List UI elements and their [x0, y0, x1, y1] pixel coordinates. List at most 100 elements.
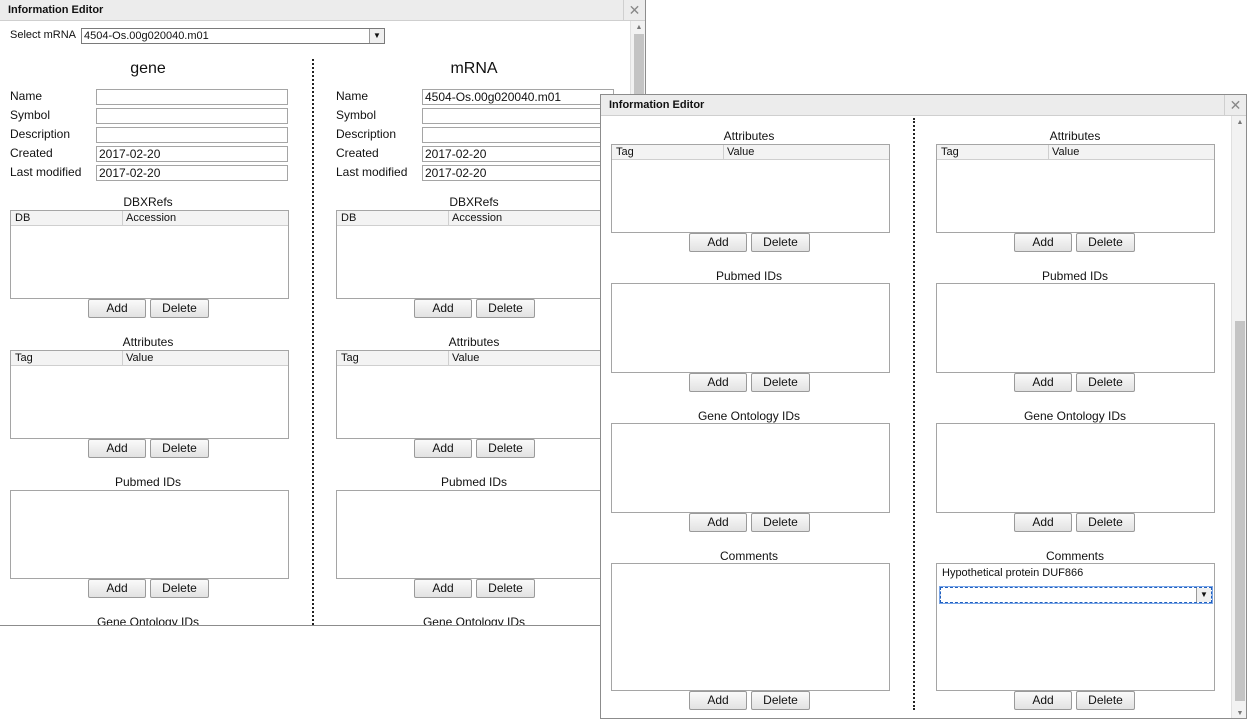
value-column-header[interactable]: Value — [126, 352, 153, 364]
left-go-add-button[interactable]: Add — [689, 513, 747, 532]
right-attributes-delete-button[interactable]: Delete — [1076, 233, 1135, 252]
info-editor-back-window: Information Editor ✕ Select mRNA 4504-Os… — [0, 0, 646, 626]
gene-dbxrefs-title: DBXRefs — [123, 195, 173, 209]
gene-dbxrefs-add-button[interactable]: Add — [88, 299, 146, 318]
mrna-created-label: Created — [336, 146, 379, 160]
scrollbar-thumb[interactable] — [1235, 321, 1245, 701]
gene-name-field[interactable] — [96, 89, 288, 105]
gene-pubmed-add-button[interactable]: Add — [88, 579, 146, 598]
mrna-created-field[interactable]: 2017-02-20 — [422, 146, 614, 162]
column-divider — [312, 59, 314, 625]
accession-column-header[interactable]: Accession — [126, 212, 176, 224]
left-pubmed-list[interactable] — [611, 283, 890, 373]
gene-attributes-add-button[interactable]: Add — [88, 439, 146, 458]
close-icon[interactable]: ✕ — [1224, 95, 1246, 115]
grid-header: Tag Value — [11, 351, 288, 366]
right-pubmed-delete-button[interactable]: Delete — [1076, 373, 1135, 392]
tag-column-header[interactable]: Tag — [616, 146, 634, 158]
mrna-attributes-delete-button[interactable]: Delete — [476, 439, 535, 458]
gene-attributes-title: Attributes — [122, 335, 174, 349]
mrna-pubmed-add-button[interactable]: Add — [414, 579, 472, 598]
left-comments-add-button[interactable]: Add — [689, 691, 747, 710]
gene-modified-label: Last modified — [10, 165, 82, 179]
gene-pubmed-delete-button[interactable]: Delete — [150, 579, 209, 598]
right-comments-list[interactable]: Hypothetical protein DUF866 ▼ — [936, 563, 1215, 691]
mrna-pubmed-list[interactable] — [336, 490, 615, 579]
right-comments-delete-button[interactable]: Delete — [1076, 691, 1135, 710]
title-bar[interactable]: Information Editor ✕ — [601, 95, 1246, 116]
mrna-go-title: Gene Ontology IDs — [422, 615, 526, 626]
left-pubmed-delete-button[interactable]: Delete — [751, 373, 810, 392]
grid-header: Tag Value — [337, 351, 614, 366]
gene-pubmed-list[interactable] — [10, 490, 289, 579]
close-icon[interactable]: ✕ — [623, 0, 645, 20]
left-attributes-delete-button[interactable]: Delete — [751, 233, 810, 252]
value-column-header[interactable]: Value — [1052, 146, 1079, 158]
left-comments-title: Comments — [719, 549, 778, 563]
gene-attributes-delete-button[interactable]: Delete — [150, 439, 209, 458]
gene-attributes-grid[interactable]: Tag Value — [10, 350, 289, 439]
left-pubmed-add-button[interactable]: Add — [689, 373, 747, 392]
left-comments-delete-button[interactable]: Delete — [751, 691, 810, 710]
mrna-attributes-add-button[interactable]: Add — [414, 439, 472, 458]
chevron-down-icon[interactable]: ▼ — [369, 29, 384, 43]
gene-symbol-label: Symbol — [10, 108, 51, 122]
comment-select[interactable]: ▼ — [939, 586, 1213, 604]
mrna-description-field[interactable] — [422, 127, 614, 143]
mrna-symbol-field[interactable] — [422, 108, 614, 124]
scroll-up-icon[interactable]: ▲ — [631, 24, 645, 31]
gene-description-field[interactable] — [96, 127, 288, 143]
gene-go-title: Gene Ontology IDs — [96, 615, 200, 626]
left-comments-list[interactable] — [611, 563, 890, 691]
tag-column-header[interactable]: Tag — [341, 352, 359, 364]
right-pubmed-list[interactable] — [936, 283, 1215, 373]
mrna-modified-label: Last modified — [336, 165, 408, 179]
scroll-up-icon[interactable]: ▲ — [1232, 119, 1246, 126]
chevron-down-icon[interactable]: ▼ — [1196, 588, 1211, 602]
right-pubmed-add-button[interactable]: Add — [1014, 373, 1072, 392]
right-go-list[interactable] — [936, 423, 1215, 513]
value-column-header[interactable]: Value — [452, 352, 479, 364]
mrna-modified-field[interactable]: 2017-02-20 — [422, 165, 614, 181]
right-comments-title: Comments — [1045, 549, 1104, 563]
right-go-add-button[interactable]: Add — [1014, 513, 1072, 532]
mrna-pubmed-title: Pubmed IDs — [440, 475, 508, 489]
grid-header: DB Accession — [11, 211, 288, 226]
tag-column-header[interactable]: Tag — [941, 146, 959, 158]
left-attributes-grid[interactable]: Tag Value — [611, 144, 890, 233]
left-go-delete-button[interactable]: Delete — [751, 513, 810, 532]
gene-dbxrefs-delete-button[interactable]: Delete — [150, 299, 209, 318]
left-go-list[interactable] — [611, 423, 890, 513]
right-attributes-add-button[interactable]: Add — [1014, 233, 1072, 252]
mrna-pubmed-delete-button[interactable]: Delete — [476, 579, 535, 598]
gene-dbxrefs-grid[interactable]: DB Accession — [10, 210, 289, 299]
mrna-dbxrefs-grid[interactable]: DB Accession — [336, 210, 615, 299]
mrna-name-field[interactable]: 4504-Os.00g020040.m01 — [422, 89, 614, 105]
select-mrna-label: Select mRNA — [10, 29, 77, 41]
mrna-dbxrefs-add-button[interactable]: Add — [414, 299, 472, 318]
right-comments-add-button[interactable]: Add — [1014, 691, 1072, 710]
mrna-dbxrefs-delete-button[interactable]: Delete — [476, 299, 535, 318]
value-column-header[interactable]: Value — [727, 146, 754, 158]
gene-modified-field[interactable]: 2017-02-20 — [96, 165, 288, 181]
mrna-attributes-grid[interactable]: Tag Value — [336, 350, 615, 439]
left-attributes-add-button[interactable]: Add — [689, 233, 747, 252]
title-bar[interactable]: Information Editor ✕ — [0, 0, 645, 21]
window-title: Information Editor — [8, 4, 104, 16]
gene-created-label: Created — [10, 146, 53, 160]
tag-column-header[interactable]: Tag — [15, 352, 33, 364]
gene-heading: gene — [130, 60, 166, 77]
gene-symbol-field[interactable] — [96, 108, 288, 124]
db-column-header[interactable]: DB — [15, 212, 30, 224]
gene-created-field[interactable]: 2017-02-20 — [96, 146, 288, 162]
vertical-scrollbar[interactable]: ▲ ▼ — [1231, 116, 1246, 718]
scroll-down-icon[interactable]: ▼ — [1232, 710, 1246, 717]
comment-item[interactable]: Hypothetical protein DUF866 — [942, 567, 1083, 579]
db-column-header[interactable]: DB — [341, 212, 356, 224]
select-mrna-value: 4504-Os.00g020040.m01 — [84, 30, 209, 42]
right-attributes-grid[interactable]: Tag Value — [936, 144, 1215, 233]
left-attributes-title: Attributes — [723, 129, 775, 143]
select-mrna-dropdown[interactable]: 4504-Os.00g020040.m01 ▼ — [81, 28, 385, 44]
right-go-delete-button[interactable]: Delete — [1076, 513, 1135, 532]
accession-column-header[interactable]: Accession — [452, 212, 502, 224]
